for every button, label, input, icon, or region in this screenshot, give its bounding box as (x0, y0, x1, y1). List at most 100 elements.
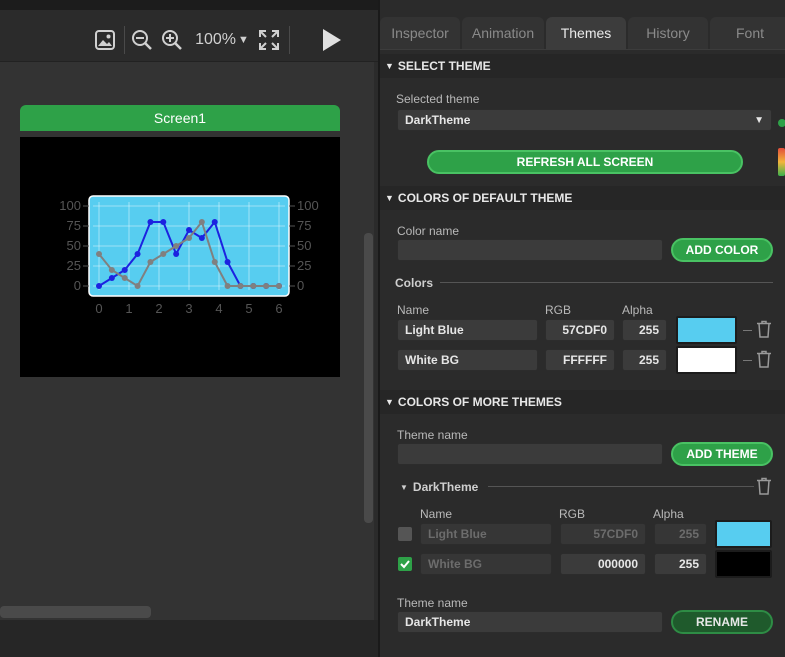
series-point (224, 259, 231, 265)
tab-underline (380, 49, 785, 50)
zoom-level-value: 100% (195, 31, 237, 48)
series-point (160, 251, 167, 257)
color-name-field[interactable]: White BG (420, 553, 552, 575)
series-point (250, 283, 257, 289)
tab-inspector[interactable]: Inspector (380, 17, 460, 49)
tab-history[interactable]: History (628, 17, 708, 49)
horizontal-scrollbar[interactable] (0, 606, 151, 618)
y-tick-label-left: 75 (67, 218, 81, 233)
color-name-field[interactable]: White BG (397, 349, 538, 371)
color-name-field[interactable]: Light Blue (420, 523, 552, 545)
color-swatch[interactable] (676, 346, 737, 374)
section-title: COLORS OF MORE THEMES (397, 395, 562, 409)
color-alpha-field[interactable]: 255 (654, 553, 707, 575)
editor-toolbar: 100% ▼ (0, 10, 378, 62)
trash-icon[interactable] (756, 320, 772, 338)
zoom-out-icon[interactable] (130, 28, 154, 52)
x-tick-label: 6 (275, 301, 282, 316)
y-tick-label-right: 50 (297, 238, 311, 253)
vertical-scrollbar[interactable] (364, 233, 373, 523)
divider (440, 282, 773, 283)
color-alpha-field[interactable]: 255 (622, 319, 667, 341)
dash (743, 360, 752, 361)
collapse-triangle-icon: ▼ (385, 61, 394, 71)
zoom-in-icon[interactable] (160, 28, 184, 52)
series-point (263, 283, 270, 289)
series-point (134, 283, 141, 289)
trash-icon[interactable] (756, 477, 772, 495)
series-point (198, 219, 205, 225)
x-tick-label: 2 (155, 301, 162, 316)
theme-group-header[interactable]: ▼ DarkTheme (400, 480, 478, 494)
series-point (121, 267, 128, 273)
zoom-level-dropdown[interactable]: 100% ▼ (192, 28, 252, 52)
theme-group-title: DarkTheme (412, 480, 479, 494)
add-theme-button[interactable]: ADD THEME (671, 442, 773, 466)
color-swatch[interactable] (715, 520, 772, 548)
column-alpha-header: Alpha (622, 303, 653, 317)
status-bar (0, 620, 378, 657)
x-tick-label: 3 (185, 301, 192, 316)
play-icon[interactable] (318, 27, 344, 53)
color-name-label: Color name (397, 224, 460, 238)
series-point (173, 251, 180, 257)
color-rgb-field[interactable]: 57CDF0 (560, 523, 646, 545)
series-point (96, 283, 102, 289)
column-rgb-header: RGB (545, 303, 572, 317)
rename-theme-input[interactable]: DarkTheme (397, 611, 663, 633)
tab-themes[interactable]: Themes (546, 17, 626, 49)
selected-theme-dropdown[interactable]: DarkTheme ▼ (397, 109, 772, 131)
color-name-field[interactable]: Light Blue (397, 319, 538, 341)
dash (743, 330, 752, 331)
section-select-theme[interactable]: ▼ SELECT THEME (380, 54, 785, 78)
window-title-strip (0, 0, 378, 10)
collapse-triangle-icon: ▼ (400, 482, 408, 492)
add-color-button[interactable]: ADD COLOR (671, 238, 773, 262)
tab-font[interactable]: Font (710, 17, 785, 49)
color-swatch[interactable] (676, 316, 737, 344)
dropdown-arrow-icon: ▼ (754, 114, 764, 126)
series-point (147, 219, 154, 225)
fit-screen-icon[interactable] (256, 27, 282, 53)
series-point (276, 283, 282, 289)
series-point (211, 219, 218, 225)
color-alpha-field[interactable]: 255 (654, 523, 707, 545)
refresh-all-screen-button[interactable]: REFRESH ALL SCREEN (427, 150, 743, 174)
series-point (121, 275, 128, 281)
colors-label: Colors (395, 276, 434, 290)
rename-button[interactable]: RENAME (671, 610, 773, 634)
screen-title[interactable]: Screen1 (20, 105, 340, 131)
y-tick-label-left: 100 (59, 198, 81, 213)
series-point (160, 219, 167, 225)
color-swatch[interactable] (715, 550, 772, 578)
color-alpha-field[interactable]: 255 (622, 349, 667, 371)
section-title: COLORS OF DEFAULT THEME (397, 191, 573, 205)
trash-icon[interactable] (756, 350, 772, 368)
toolbar-divider (124, 26, 125, 54)
row-checkbox[interactable] (398, 527, 412, 541)
color-name-input[interactable] (397, 239, 663, 261)
section-more-themes[interactable]: ▼ COLORS OF MORE THEMES (380, 390, 785, 414)
column-alpha-header: Alpha (653, 507, 684, 521)
series-point (134, 251, 141, 257)
screen-preview[interactable]: 100 75 50 25 0 100 75 50 25 0 0 1 2 3 4 5 6 (20, 137, 340, 377)
color-rgb-field[interactable]: FFFFFF (545, 349, 615, 371)
series-point (186, 235, 192, 241)
checkmark-icon (400, 560, 410, 569)
chart-widget[interactable]: 100755025010075502500 1 2 3 4 5 6 (20, 137, 340, 377)
image-icon[interactable] (92, 27, 118, 53)
series-point (108, 267, 115, 273)
series-point (96, 251, 102, 257)
color-strip-icon (778, 148, 785, 176)
color-rgb-field[interactable]: 57CDF0 (545, 319, 615, 341)
section-default-colors[interactable]: ▼ COLORS OF DEFAULT THEME (380, 186, 785, 210)
series-point (211, 259, 218, 265)
color-rgb-field[interactable]: 000000 (560, 553, 646, 575)
y-tick-label-right: 0 (297, 278, 304, 293)
y-tick-label-right: 75 (297, 218, 311, 233)
row-checkbox-checked[interactable] (398, 557, 412, 571)
theme-name-input[interactable] (397, 443, 663, 465)
theme-name-label: Theme name (397, 428, 468, 442)
tab-animation[interactable]: Animation (462, 17, 544, 49)
collapse-triangle-icon: ▼ (385, 193, 394, 203)
